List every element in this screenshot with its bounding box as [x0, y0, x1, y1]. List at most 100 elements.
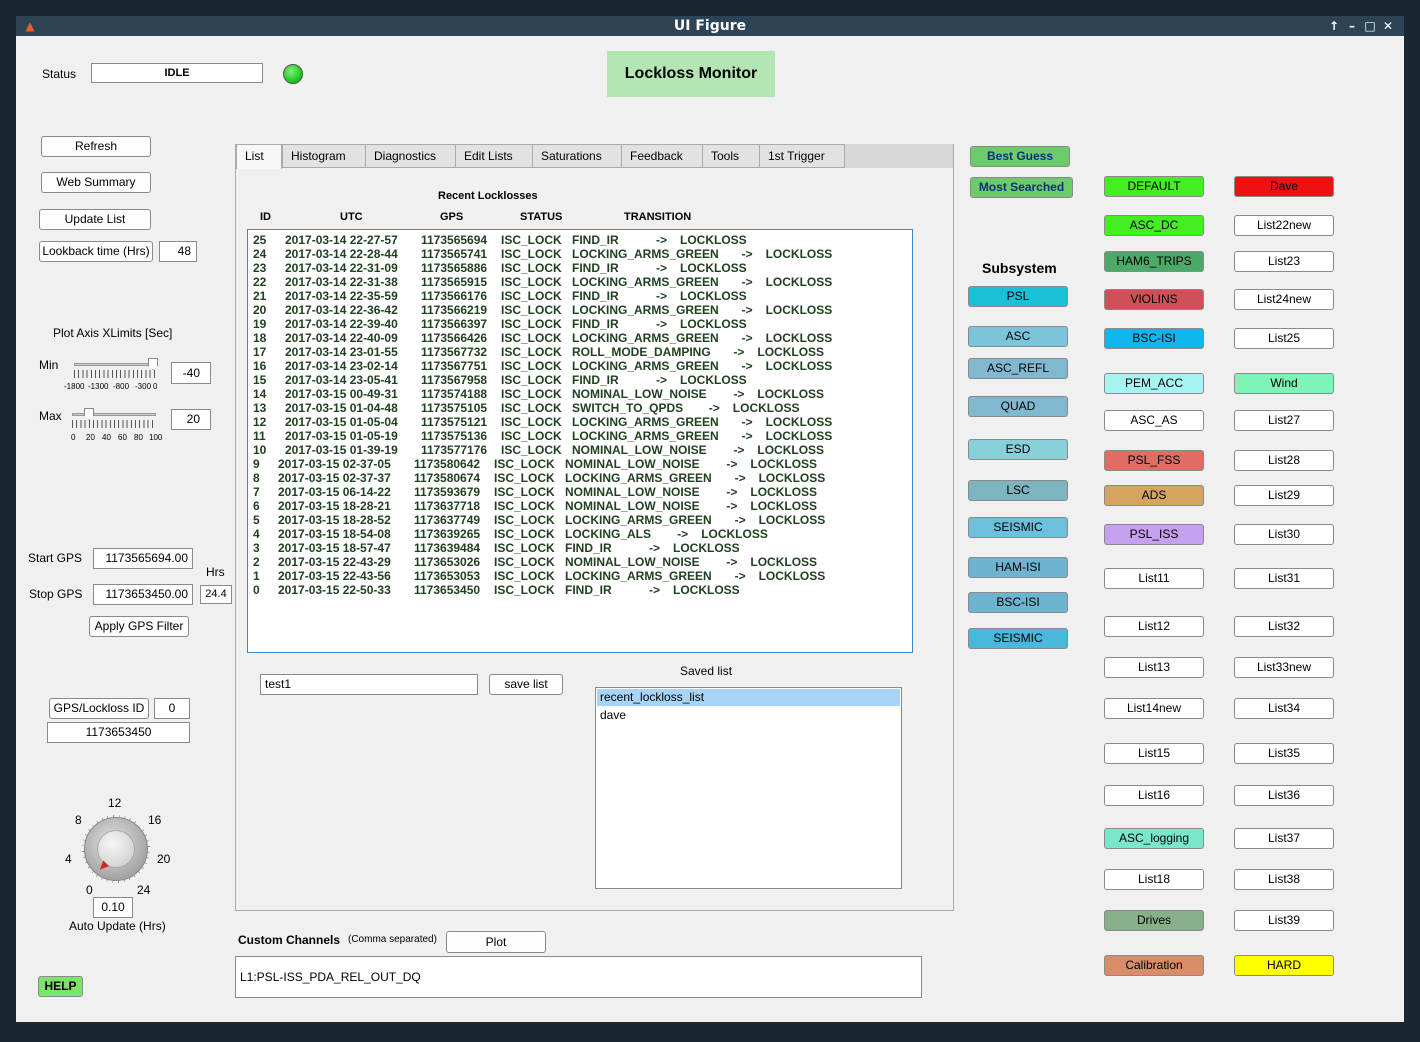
hrs-field[interactable]: 24.4 [200, 585, 232, 604]
list-button-psl-fss[interactable]: PSL_FSS [1104, 450, 1204, 471]
max-slider-thumb[interactable] [84, 408, 94, 420]
minimize-icon[interactable]: – [1344, 16, 1360, 36]
list-button-ham6-trips[interactable]: HAM6_TRIPS [1104, 251, 1204, 272]
best-guess-button[interactable]: Best Guess [970, 146, 1070, 167]
list-button-bsc-isi[interactable]: BSC-ISI [1104, 328, 1204, 349]
subsystem-button-asc[interactable]: ASC [968, 326, 1068, 347]
close-icon[interactable]: ✕ [1380, 16, 1396, 36]
tab-list[interactable]: List [236, 144, 282, 169]
list-button-drives[interactable]: Drives [1104, 910, 1204, 931]
list-button-list39[interactable]: List39 [1234, 910, 1334, 931]
list-button-ads[interactable]: ADS [1104, 485, 1204, 506]
saved-list-item[interactable]: dave [597, 707, 900, 724]
min-xlim-field[interactable]: -40 [171, 362, 211, 384]
tab-histogram[interactable]: Histogram [282, 144, 366, 168]
list-button-calibration[interactable]: Calibration [1104, 955, 1204, 976]
list-button-asc-logging[interactable]: ASC_logging [1104, 828, 1204, 849]
list-button-list14new[interactable]: List14new [1104, 698, 1204, 719]
list-name-input[interactable]: test1 [260, 674, 478, 695]
list-button-list32[interactable]: List32 [1234, 616, 1334, 637]
lockloss-row[interactable]: 9 2017-03-15 02-37-05 1173580642 ISC_LOCK NO… [248, 457, 908, 471]
lockloss-row[interactable]: 25 2017-03-14 22-27-57 1173565694 ISC_LOCK F… [248, 233, 908, 247]
lockloss-row[interactable]: 24 2017-03-14 22-28-44 1173565741 ISC_LOCK L… [248, 247, 908, 261]
lockloss-row[interactable]: 6 2017-03-15 18-28-21 1173637718 ISC_LOCK NO… [248, 499, 908, 513]
list-button-list16[interactable]: List16 [1104, 785, 1204, 806]
list-button-asc-dc[interactable]: ASC_DC [1104, 215, 1204, 236]
gps-lockloss-id-button[interactable]: GPS/Lockloss ID [49, 698, 149, 719]
list-button-default[interactable]: DEFAULT [1104, 176, 1204, 197]
lockloss-row[interactable]: 17 2017-03-14 23-01-55 1173567732 ISC_LOCK R… [248, 345, 908, 359]
list-button-list36[interactable]: List36 [1234, 785, 1334, 806]
lockloss-row[interactable]: 11 2017-03-15 01-05-19 1173575136 ISC_LOCK L… [248, 429, 908, 443]
lockloss-row[interactable]: 18 2017-03-14 22-40-09 1173566426 ISC_LOCK L… [248, 331, 908, 345]
list-button-list35[interactable]: List35 [1234, 743, 1334, 764]
subsystem-button-quad[interactable]: QUAD [968, 396, 1068, 417]
lockloss-row[interactable]: 4 2017-03-15 18-54-08 1173639265 ISC_LOCK LO… [248, 527, 908, 541]
lockloss-row[interactable]: 21 2017-03-14 22-35-59 1173566176 ISC_LOCK F… [248, 289, 908, 303]
subsystem-button-psl[interactable]: PSL [968, 286, 1068, 307]
auto-update-knob[interactable] [84, 817, 148, 881]
list-button-list15[interactable]: List15 [1104, 743, 1204, 764]
lockloss-id-field[interactable]: 0 [154, 698, 190, 719]
tab-saturations[interactable]: Saturations [532, 144, 622, 168]
lockloss-row[interactable]: 23 2017-03-14 22-31-09 1173565886 ISC_LOCK F… [248, 261, 908, 275]
lockloss-listbox[interactable]: 25 2017-03-14 22-27-57 1173565694 ISC_LOCK F… [247, 229, 913, 653]
custom-channels-input[interactable]: L1:PSL-ISS_PDA_REL_OUT_DQ [235, 956, 922, 998]
plot-button[interactable]: Plot [446, 931, 546, 953]
pin-icon[interactable]: ↑ [1326, 16, 1342, 36]
lockloss-row[interactable]: 7 2017-03-15 06-14-22 1173593679 ISC_LOCK NO… [248, 485, 908, 499]
stop-gps-field[interactable]: 1173653450.00 [93, 584, 193, 605]
lookback-time-button[interactable]: Lookback time (Hrs) [39, 241, 153, 262]
list-button-list29[interactable]: List29 [1234, 485, 1334, 506]
list-button-list13[interactable]: List13 [1104, 657, 1204, 678]
lockloss-row[interactable]: 0 2017-03-15 22-50-33 1173653450 ISC_LOCK FI… [248, 583, 908, 597]
lockloss-row[interactable]: 1 2017-03-15 22-43-56 1173653053 ISC_LOCK LO… [248, 569, 908, 583]
max-xlim-field[interactable]: 20 [171, 409, 211, 430]
tab-tools[interactable]: Tools [702, 144, 760, 168]
lockloss-row[interactable]: 12 2017-03-15 01-05-04 1173575121 ISC_LOCK L… [248, 415, 908, 429]
list-button-list37[interactable]: List37 [1234, 828, 1334, 849]
start-gps-field[interactable]: 1173565694.00 [93, 548, 193, 569]
list-button-pem-acc[interactable]: PEM_ACC [1104, 373, 1204, 394]
list-button-list25[interactable]: List25 [1234, 328, 1334, 349]
subsystem-button-bsc-isi[interactable]: BSC-ISI [968, 592, 1068, 613]
most-searched-button[interactable]: Most Searched [970, 177, 1073, 198]
list-button-list27[interactable]: List27 [1234, 410, 1334, 431]
list-button-list28[interactable]: List28 [1234, 450, 1334, 471]
refresh-button[interactable]: Refresh [41, 136, 151, 157]
lockloss-row[interactable]: 8 2017-03-15 02-37-37 1173580674 ISC_LOCK LO… [248, 471, 908, 485]
list-button-list33new[interactable]: List33new [1234, 657, 1334, 678]
tab-diagnostics[interactable]: Diagnostics [365, 144, 456, 168]
maximize-icon[interactable]: □ [1362, 16, 1378, 36]
lookback-time-field[interactable]: 48 [159, 241, 197, 262]
list-button-list30[interactable]: List30 [1234, 524, 1334, 545]
list-button-wind[interactable]: Wind [1234, 373, 1334, 394]
help-button[interactable]: HELP [38, 976, 83, 997]
list-button-list18[interactable]: List18 [1104, 869, 1204, 890]
apply-gps-filter-button[interactable]: Apply GPS Filter [89, 616, 189, 637]
update-list-button[interactable]: Update List [39, 209, 151, 230]
lockloss-row[interactable]: 2 2017-03-15 22-43-29 1173653026 ISC_LOCK NO… [248, 555, 908, 569]
gps-value-field[interactable]: 1173653450 [47, 722, 190, 743]
list-button-hard[interactable]: HARD [1234, 955, 1334, 976]
subsystem-button-seismic[interactable]: SEISMIC [968, 628, 1068, 649]
subsystem-button-esd[interactable]: ESD [968, 439, 1068, 460]
subsystem-button-ham-isi[interactable]: HAM-ISI [968, 557, 1068, 578]
lockloss-row[interactable]: 16 2017-03-14 23-02-14 1173567751 ISC_LOCK L… [248, 359, 908, 373]
tab-edit-lists[interactable]: Edit Lists [455, 144, 533, 168]
list-button-dave[interactable]: Dave [1234, 176, 1334, 197]
list-button-list31[interactable]: List31 [1234, 568, 1334, 589]
lockloss-row[interactable]: 5 2017-03-15 18-28-52 1173637749 ISC_LOCK LO… [248, 513, 908, 527]
min-slider-thumb[interactable] [148, 358, 158, 370]
lockloss-row[interactable]: 10 2017-03-15 01-39-19 1173577176 ISC_LOCK N… [248, 443, 908, 457]
list-button-list24new[interactable]: List24new [1234, 289, 1334, 310]
lockloss-row[interactable]: 15 2017-03-14 23-05-41 1173567958 ISC_LOCK F… [248, 373, 908, 387]
list-button-list38[interactable]: List38 [1234, 869, 1334, 890]
lockloss-row[interactable]: 3 2017-03-15 18-57-47 1173639484 ISC_LOCK FI… [248, 541, 908, 555]
tab-1st-trigger[interactable]: 1st Trigger [759, 144, 845, 168]
tab-feedback[interactable]: Feedback [621, 144, 703, 168]
auto-update-field[interactable]: 0.10 [93, 897, 133, 918]
list-button-list34[interactable]: List34 [1234, 698, 1334, 719]
web-summary-button[interactable]: Web Summary [41, 172, 151, 193]
subsystem-button-asc_refl[interactable]: ASC_REFL [968, 358, 1068, 379]
